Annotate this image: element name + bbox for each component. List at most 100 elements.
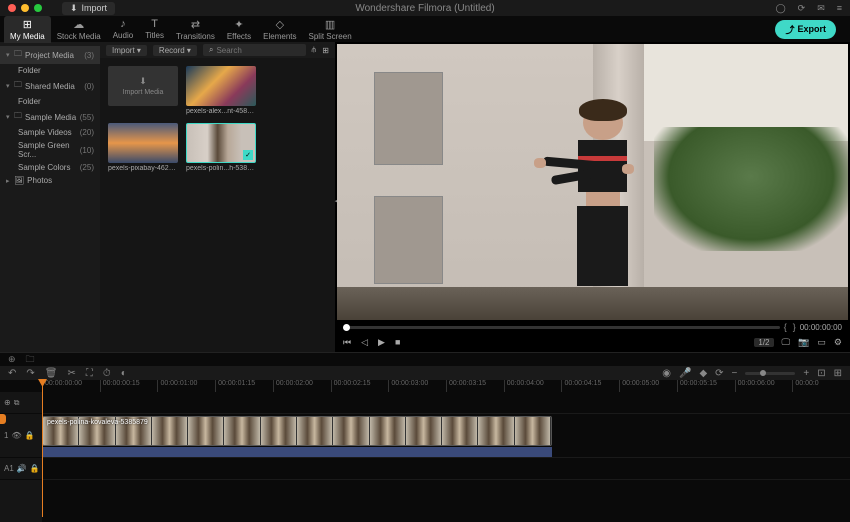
sidebar-folder[interactable]: Folder: [0, 95, 100, 108]
out-bracket[interactable]: }: [793, 322, 796, 332]
playhead[interactable]: [42, 380, 43, 517]
tab-effects[interactable]: ✦Effects: [221, 16, 257, 43]
folder-icon: 🗀: [14, 79, 22, 93]
browser-toolbar: Import ▾ Record ▾ ⌕ ⫛ ⊞: [100, 42, 335, 58]
undo-icon[interactable]: ↶: [8, 368, 16, 379]
import-button[interactable]: ⬇ Import: [62, 2, 115, 15]
tab-elements[interactable]: ◇Elements: [257, 16, 302, 43]
grid-view-icon[interactable]: ⊞: [322, 46, 329, 55]
video-track-header[interactable]: 1👁🔒: [0, 414, 42, 458]
tab-stock-media[interactable]: ☁Stock Media: [51, 16, 107, 43]
video-clip[interactable]: pexels-polina-kovaleva-5385879: [42, 416, 552, 446]
track-headers: ⊕⧉ 1👁🔒 A1🔊🔒: [0, 392, 42, 522]
settings-icon[interactable]: ⚙: [834, 337, 842, 348]
eye-icon[interactable]: 👁: [11, 431, 21, 440]
import-media-tile[interactable]: ⬇Import Media: [108, 66, 178, 115]
tab-split-screen[interactable]: ▥Split Screen: [303, 16, 358, 43]
filter-icon[interactable]: ⫛: [312, 45, 317, 55]
preview-viewport[interactable]: [337, 44, 848, 320]
app-title: Wondershare Filmora (Untitled): [355, 3, 494, 14]
speaker-icon[interactable]: 🔊: [17, 464, 27, 473]
export-button[interactable]: ⤴Export: [775, 20, 836, 39]
sidebar-photos[interactable]: ▸🖼Photos: [0, 174, 100, 187]
add-icon[interactable]: ⊕: [4, 398, 11, 407]
lock-icon[interactable]: 🔒: [30, 464, 40, 473]
zoom-in-icon[interactable]: +: [803, 368, 809, 379]
lock-icon[interactable]: 🔒: [25, 431, 35, 440]
stop-button[interactable]: ■: [395, 337, 400, 347]
audio-track-header[interactable]: A1🔊🔒: [0, 458, 42, 480]
minimize-window[interactable]: [21, 4, 29, 12]
speed-icon[interactable]: ⏱: [103, 368, 111, 379]
sidebar-folder[interactable]: Folder: [0, 64, 100, 77]
sidebar-sample-green[interactable]: Sample Green Scr...(10): [0, 139, 100, 161]
crop-icon[interactable]: ⛶: [86, 368, 93, 379]
maximize-window[interactable]: [34, 4, 42, 12]
sidebar-sample-colors[interactable]: Sample Colors(25): [0, 161, 100, 174]
zoom-slider[interactable]: [745, 372, 795, 375]
user-icon[interactable]: ◯: [776, 3, 786, 14]
search-box[interactable]: ⌕: [203, 44, 306, 56]
marker-icon[interactable]: ◆: [699, 368, 707, 379]
tab-transitions[interactable]: ⇄Transitions: [170, 16, 221, 43]
color-icon[interactable]: ◐: [121, 368, 127, 379]
display-icon[interactable]: 🖵: [782, 337, 791, 348]
clip-audio[interactable]: [42, 447, 552, 457]
media-grid: ⬇Import Media pexels-alex...nt-4585185 p…: [100, 58, 335, 180]
link-icon[interactable]: ⧉: [14, 398, 20, 408]
chevron-down-icon: ▾: [6, 82, 14, 90]
timeline-settings-icon[interactable]: ⊞: [834, 368, 842, 379]
sidebar-sample-videos[interactable]: Sample Videos(20): [0, 126, 100, 139]
delete-icon[interactable]: 🗑: [45, 368, 58, 379]
sidebar-shared-media[interactable]: ▾🗀Shared Media(0): [0, 77, 100, 95]
aspect-icon[interactable]: ▭: [817, 337, 826, 348]
track-spacer: ⊕⧉: [0, 392, 42, 414]
tab-titles[interactable]: TTitles: [139, 16, 170, 42]
step-back-button[interactable]: ◁: [361, 337, 368, 348]
chevron-down-icon: ▾: [6, 113, 14, 121]
effects-icon: ✦: [234, 18, 243, 31]
snapshot-icon[interactable]: 📷: [798, 337, 809, 348]
scrub-head[interactable]: [343, 324, 350, 331]
zoom-out-icon[interactable]: −: [732, 368, 738, 379]
timeline-toolbar: ↶ ↷ 🗑 ✂ ⛶ ⏱ ◐ ◉ 🎤 ◆ ⟳ − + ⊡ ⊞: [0, 366, 850, 380]
prev-frame-button[interactable]: ⏮: [343, 337, 351, 348]
audio-track[interactable]: [42, 458, 850, 480]
sidebar-project-media[interactable]: ▾🗀Project Media(3): [0, 46, 100, 64]
close-window[interactable]: [8, 4, 16, 12]
in-bracket[interactable]: {: [784, 322, 787, 332]
record-dropdown[interactable]: Record ▾: [153, 45, 197, 56]
media-item-selected[interactable]: ✓ pexels-polin...h-5385879: [186, 123, 256, 172]
zoom-head[interactable]: [760, 370, 766, 376]
photo-icon: 🖼: [14, 176, 24, 185]
scrub-track[interactable]: [343, 326, 780, 329]
media-item[interactable]: pexels-pixabay-462030: [108, 123, 178, 172]
sync-icon[interactable]: ⟳: [798, 3, 806, 14]
menu-icon[interactable]: ≡: [837, 3, 842, 14]
video-track[interactable]: pexels-polina-kovaleva-5385879: [42, 414, 850, 458]
media-item[interactable]: pexels-alex...nt-4585185: [186, 66, 256, 115]
timeline-ruler[interactable]: 00:00:00:00 00:00:00:15 00:00:01:00 00:0…: [0, 380, 850, 392]
redo-icon[interactable]: ↷: [26, 368, 34, 379]
timeline-marker[interactable]: [0, 414, 6, 424]
chevron-down-icon: ▾: [6, 51, 14, 59]
split-icon[interactable]: ✂: [67, 368, 75, 379]
play-button[interactable]: ▶: [378, 337, 385, 348]
mail-icon[interactable]: ✉: [817, 3, 825, 14]
tab-my-media[interactable]: ⊞My Media: [4, 16, 51, 43]
sidebar-sample-media[interactable]: ▾🗀Sample Media(55): [0, 108, 100, 126]
split-icon: ▥: [325, 18, 335, 31]
render-icon[interactable]: ⟳: [715, 368, 723, 379]
zoom-ratio[interactable]: 1/2: [754, 338, 773, 347]
mic-icon[interactable]: 🎤: [679, 368, 691, 379]
add-track-icon[interactable]: ⊕: [8, 354, 16, 365]
tab-audio[interactable]: ♪Audio: [107, 16, 139, 42]
import-dropdown[interactable]: Import ▾: [106, 45, 147, 56]
import-icon: ⬇: [139, 76, 147, 87]
zoom-fit-icon[interactable]: ⊡: [817, 368, 825, 379]
mixer-icon[interactable]: ◉: [662, 368, 671, 379]
titlebar-right: ◯ ⟳ ✉ ≡: [776, 3, 842, 14]
track-spacer-row[interactable]: [42, 392, 850, 414]
search-input[interactable]: [216, 46, 276, 55]
cloud-icon: ☁: [73, 18, 84, 31]
